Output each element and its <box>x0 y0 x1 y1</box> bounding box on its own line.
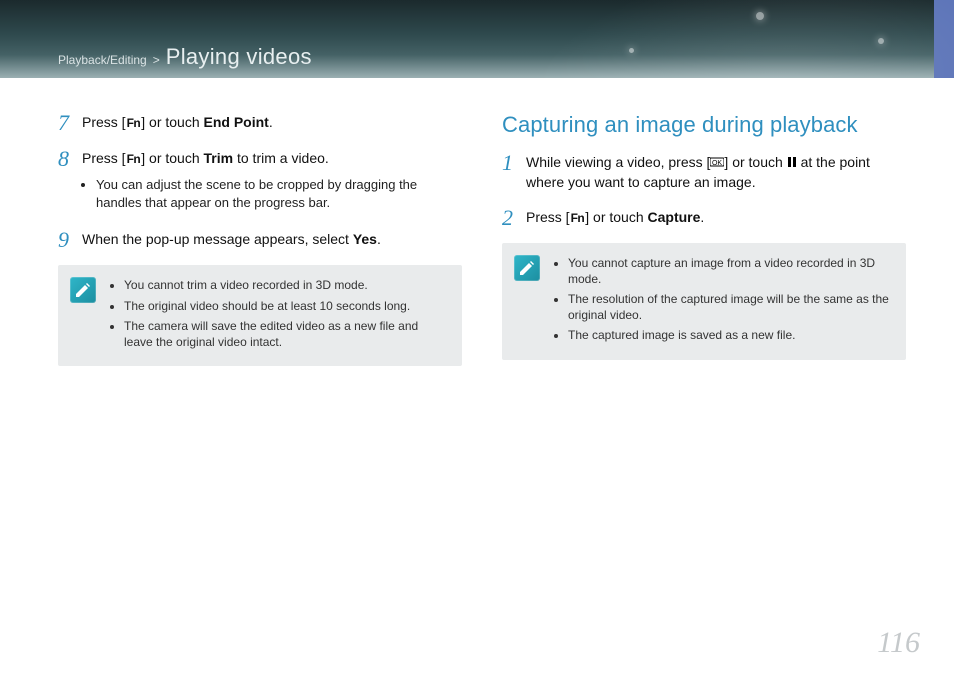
left-column: 7 Press [Fn] or touch End Point. 8 Press… <box>58 112 462 366</box>
step-number: 8 <box>58 148 72 215</box>
step-number: 1 <box>502 152 516 193</box>
section-color-tab <box>934 0 954 78</box>
decorative-sparkle <box>629 48 634 53</box>
list-item: You cannot capture an image from a video… <box>568 255 890 287</box>
step-7: 7 Press [Fn] or touch End Point. <box>58 112 462 134</box>
pencil-note-icon <box>514 255 540 281</box>
decorative-sparkle <box>878 38 884 44</box>
step-number: 7 <box>58 112 72 134</box>
note-box: You cannot trim a video recorded in 3D m… <box>58 265 462 366</box>
list-item: The camera will save the edited video as… <box>124 318 446 350</box>
right-column: Capturing an image during playback 1 Whi… <box>502 112 906 366</box>
bold-term: Capture <box>648 209 701 225</box>
content-columns: 7 Press [Fn] or touch End Point. 8 Press… <box>0 78 954 366</box>
note-list: You cannot trim a video recorded in 3D m… <box>108 277 446 354</box>
page-number: 116 <box>877 626 920 660</box>
step-8: 8 Press [Fn] or touch Trim to trim a vid… <box>58 148 462 215</box>
step-text: Press [Fn] or touch End Point. <box>82 112 273 134</box>
bold-term: Yes <box>353 231 377 247</box>
bold-term: End Point <box>204 114 269 130</box>
breadcrumb-separator: > <box>153 53 160 67</box>
breadcrumb: Playback/Editing > Playing videos <box>58 44 312 70</box>
fn-key-icon: Fn <box>570 210 586 227</box>
step-text: Press [Fn] or touch Trim to trim a video… <box>82 148 462 215</box>
pause-icon <box>787 154 797 170</box>
fn-key-icon: Fn <box>126 151 142 168</box>
decorative-sparkle <box>756 12 764 20</box>
ok-button-icon: OK <box>710 154 724 170</box>
breadcrumb-section: Playback/Editing <box>58 53 147 67</box>
step-text: While viewing a video, press [OK] or tou… <box>526 152 906 193</box>
step-text: When the pop-up message appears, select … <box>82 229 381 251</box>
page-title: Playing videos <box>166 44 312 70</box>
list-item: You cannot trim a video recorded in 3D m… <box>124 277 446 293</box>
list-item: The captured image is saved as a new fil… <box>568 327 890 343</box>
step-number: 2 <box>502 207 516 229</box>
list-item: The original video should be at least 10… <box>124 298 446 314</box>
svg-text:OK: OK <box>712 160 722 167</box>
note-list: You cannot capture an image from a video… <box>552 255 890 348</box>
sub-bullet-list: You can adjust the scene to be cropped b… <box>82 176 462 211</box>
fn-key-icon: Fn <box>126 115 142 132</box>
bold-term: Trim <box>204 150 234 166</box>
page-root: Playback/Editing > Playing videos 7 Pres… <box>0 0 954 676</box>
step-9: 9 When the pop-up message appears, selec… <box>58 229 462 251</box>
list-item: You can adjust the scene to be cropped b… <box>96 176 462 211</box>
step-2: 2 Press [Fn] or touch Capture. <box>502 207 906 229</box>
pencil-note-icon <box>70 277 96 303</box>
page-header-banner: Playback/Editing > Playing videos <box>0 0 954 78</box>
note-box: You cannot capture an image from a video… <box>502 243 906 360</box>
section-heading: Capturing an image during playback <box>502 112 906 138</box>
step-number: 9 <box>58 229 72 251</box>
step-text: Press [Fn] or touch Capture. <box>526 207 704 229</box>
list-item: The resolution of the captured image wil… <box>568 291 890 323</box>
step-1: 1 While viewing a video, press [OK] or t… <box>502 152 906 193</box>
